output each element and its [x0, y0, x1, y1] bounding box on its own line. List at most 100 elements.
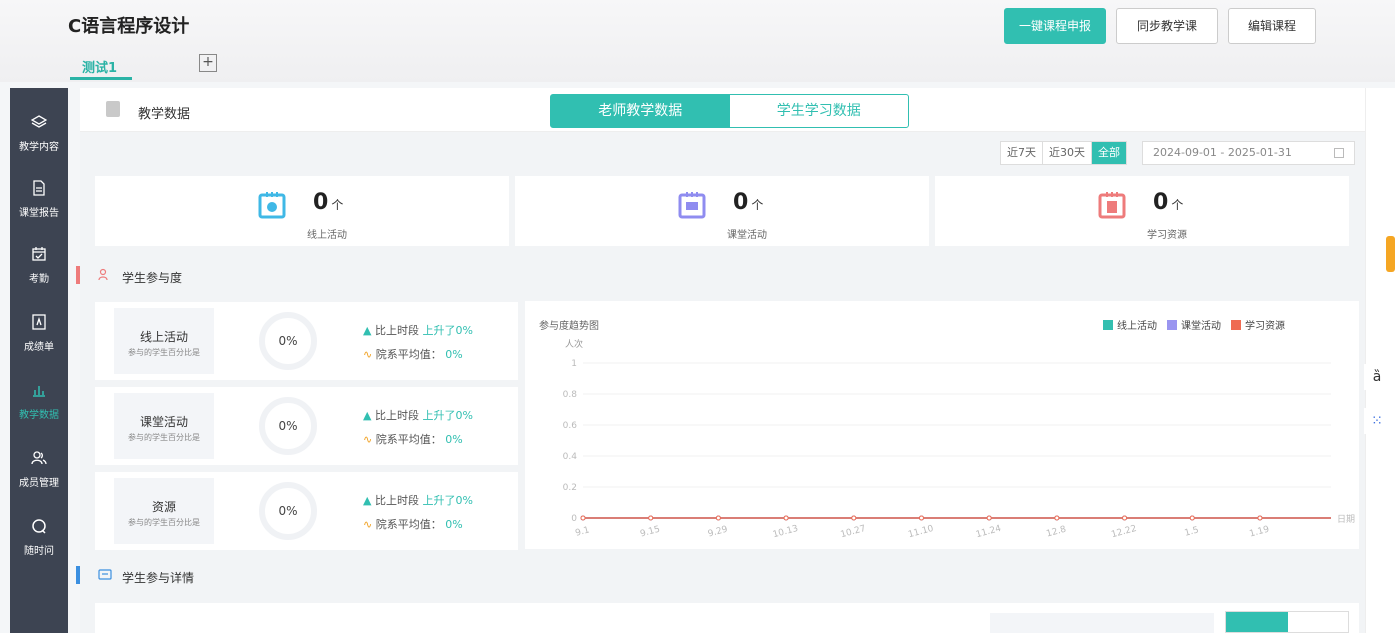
y-axis-label: 人次 [565, 338, 583, 350]
stat-card-class: 0个 课堂活动 [515, 176, 929, 246]
stat-label: 课堂活动 [727, 230, 767, 241]
resource-icon [1098, 192, 1126, 219]
range-selector: 近7天 近30天 全部 [1000, 141, 1127, 165]
sidebar-item-teaching-data[interactable]: 教学数据 [10, 366, 68, 426]
sidebar-item-members[interactable]: 成员管理 [10, 434, 68, 494]
x-tick-label: 9.1 [574, 525, 590, 538]
add-tab-button[interactable]: + [199, 54, 217, 72]
data-point [783, 515, 789, 521]
x-tick-label: 10.27 [840, 524, 867, 540]
calendar-icon [1334, 148, 1344, 158]
participation-row: 课堂活动 参与的学生百分比是 0% ▲ 比上时段 上升了0% ∿ 院系平均值： 0… [95, 387, 518, 465]
x-tick-label: 10.13 [772, 524, 799, 540]
range-30-days[interactable]: 近30天 [1043, 142, 1092, 164]
range-all[interactable]: 全部 [1092, 142, 1126, 164]
y-tick-label: 1 [571, 359, 577, 369]
book-icon [106, 101, 120, 117]
up-icon: ▲ [363, 409, 372, 422]
tab-teacher-data[interactable]: 老师教学数据 [551, 95, 730, 127]
tab-student-data[interactable]: 学生学习数据 [730, 95, 909, 127]
participation-row: 线上活动 参与的学生百分比是 0% ▲ 比上时段 上升了0% ∿ 院系平均值： 0… [95, 302, 518, 380]
sidebar-item-grades[interactable]: 成绩单 [10, 298, 68, 358]
sidebar-item-label: 教学数据 [19, 410, 59, 421]
x-axis-label: 日期 [1337, 514, 1355, 525]
edit-course-button[interactable]: 编辑课程 [1228, 8, 1316, 44]
compare-text: ▲ 比上时段 上升了0% [363, 409, 473, 422]
right-rail [1365, 88, 1395, 633]
percent-ring: 0% [259, 397, 317, 455]
x-tick-label: 1.5 [1184, 525, 1200, 538]
stat-label: 学习资源 [1147, 230, 1187, 241]
pulse-icon: ∿ [363, 518, 373, 531]
trend-chart: 人次 0 0.2 0.4 0.6 0.8 1 9.1 9.15 9.29 10.13 10.27 11.… [563, 338, 1355, 540]
participation-title: 学生参与度 [122, 271, 183, 285]
panel-header: 教学数据 老师教学数据 学生学习数据 [80, 88, 1365, 132]
course-title: C语言程序设计 [68, 16, 190, 37]
sidebar-item-label: 成绩单 [24, 342, 54, 353]
x-tick-label: 9.29 [707, 525, 729, 540]
stat-value: 0个 [313, 190, 344, 215]
sidebar-item-content[interactable]: 教学内容 [10, 98, 68, 158]
percent-ring: 0% [259, 312, 317, 370]
bar-chart-icon [10, 382, 68, 404]
x-tick-label: 1.19 [1248, 525, 1270, 540]
y-tick-label: 0.6 [563, 421, 578, 431]
data-point [986, 515, 992, 521]
layers-icon [10, 114, 68, 136]
participation-row: 资源 参与的学生百分比是 0% ▲ 比上时段 上升了0% ∿ 院系平均值： 0% [95, 472, 518, 550]
data-point [851, 515, 857, 521]
scroll-indicator[interactable] [1386, 236, 1395, 272]
sidebar-item-label: 成员管理 [19, 478, 59, 489]
section-marker [76, 566, 80, 584]
data-point [1257, 515, 1263, 521]
data-point [580, 515, 586, 521]
tab-underline [70, 77, 132, 80]
sidebar-item-label: 随时问 [24, 546, 54, 557]
stat-value: 0个 [733, 190, 764, 215]
sidebar-item-attendance[interactable]: 考勤 [10, 230, 68, 290]
stat-card-online: 0个 线上活动 [95, 176, 509, 246]
row-label-box: 线上活动 参与的学生百分比是 [114, 308, 214, 374]
sidebar-item-label: 教学内容 [19, 142, 59, 153]
stat-label: 线上活动 [307, 230, 347, 241]
sidebar-item-label: 考勤 [29, 274, 49, 285]
sidebar-item-report[interactable]: 课堂报告 [10, 164, 68, 224]
question-icon [10, 518, 68, 540]
up-icon: ▲ [363, 324, 372, 337]
percent-ring: 0% [259, 482, 317, 540]
range-7-days[interactable]: 近7天 [1001, 142, 1043, 164]
sidebar: 教学内容 课堂报告 考勤 成绩单 教学数据 成员管理 随时问 [10, 88, 68, 633]
members-icon [10, 450, 68, 472]
date-range-picker[interactable]: 2024-09-01 - 2025-01-31 [1142, 141, 1355, 165]
people-icon [98, 268, 108, 281]
sidebar-item-ask[interactable]: 随时问 [10, 502, 68, 562]
sidebar-item-label: 课堂报告 [19, 208, 59, 219]
data-point [648, 515, 654, 521]
network-icon[interactable]: ⁙ [1364, 408, 1390, 434]
y-tick-label: 0 [571, 514, 577, 524]
data-point [1189, 515, 1195, 521]
x-tick-label: 11.24 [975, 524, 1003, 540]
sync-course-button[interactable]: 同步教学课 [1116, 8, 1218, 44]
course-submit-button[interactable]: 一键课程申报 [1004, 8, 1106, 44]
tab-test1[interactable]: 测试1 [82, 57, 117, 76]
detail-search[interactable] [990, 613, 1214, 633]
x-tick-label: 12.22 [1110, 524, 1137, 540]
section-marker [76, 266, 80, 284]
main-panel: 教学数据 老师教学数据 学生学习数据 近7天 近30天 全部 2024-09-0… [76, 88, 1365, 633]
data-point [918, 515, 924, 521]
chat-icon [98, 569, 112, 580]
calendar-check-icon [10, 246, 68, 268]
x-tick-label: 11.10 [907, 524, 935, 540]
class-activity-icon [678, 192, 706, 219]
detail-toggle[interactable] [1225, 611, 1349, 633]
average-text: ∿ 院系平均值： 0% [363, 348, 463, 361]
translate-icon[interactable]: ȁ [1364, 364, 1390, 390]
data-point [715, 515, 721, 521]
panel-title: 教学数据 [138, 107, 191, 122]
data-point [1054, 515, 1060, 521]
x-tick-label: 12.8 [1045, 525, 1067, 540]
detail-card [95, 603, 1359, 633]
online-activity-icon [258, 192, 286, 219]
up-icon: ▲ [363, 494, 372, 507]
